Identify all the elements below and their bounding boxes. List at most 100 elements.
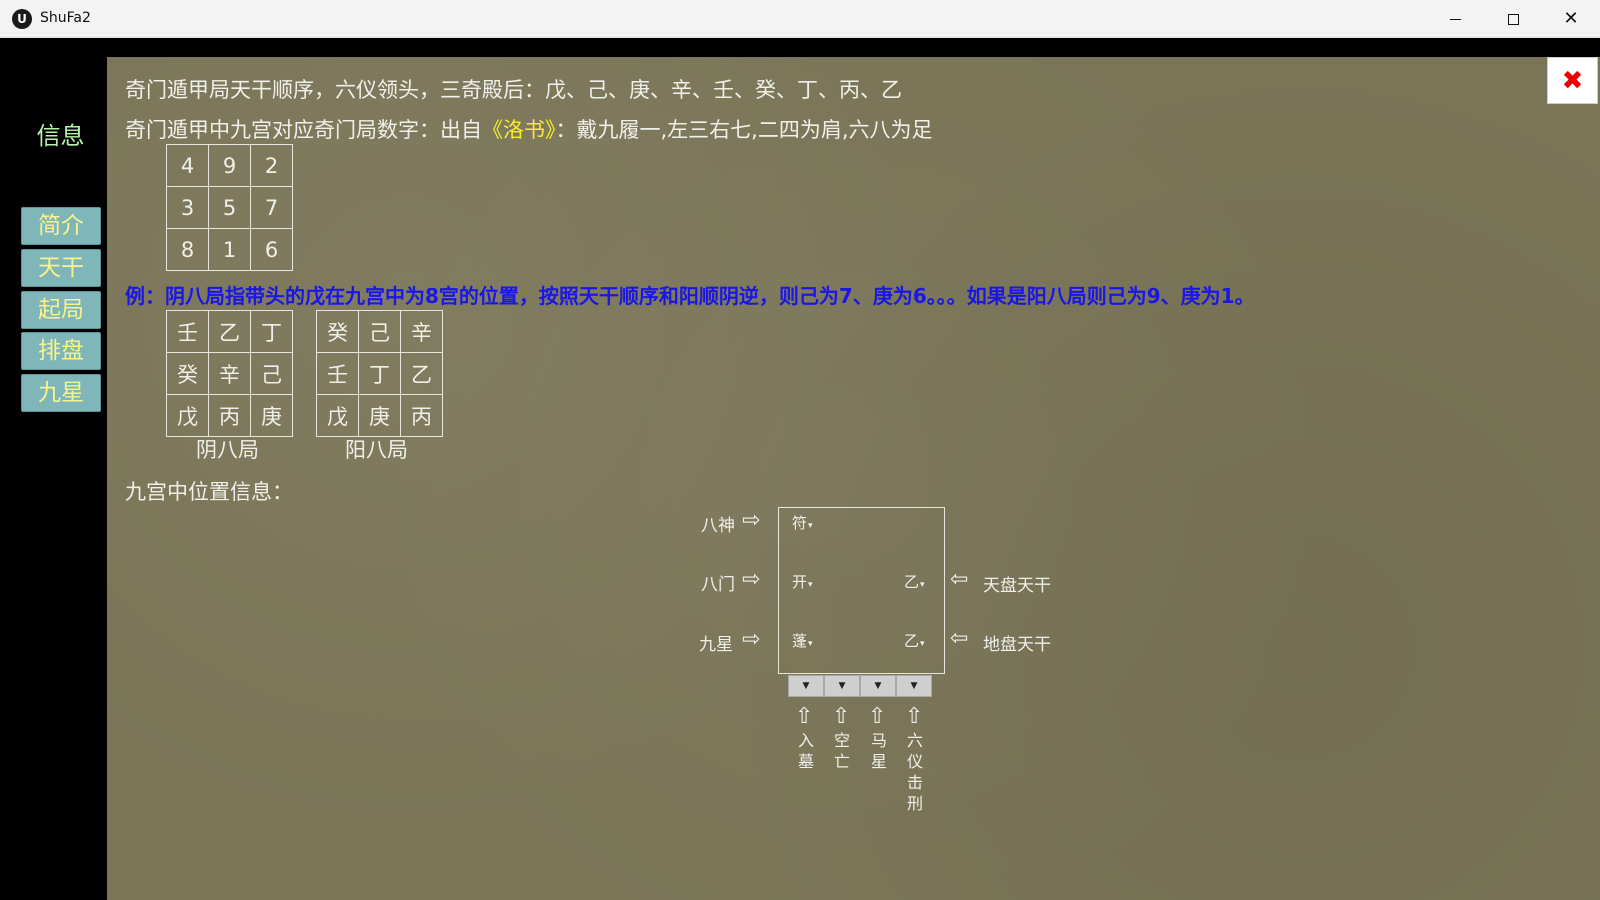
grid-cell: 6 <box>250 228 293 271</box>
grid-cell: 5 <box>208 186 251 229</box>
grid-cell: 辛 <box>208 352 251 395</box>
grid-cell: 庚 <box>358 394 401 437</box>
luoshu-grid: 492 357 816 <box>166 144 293 271</box>
grid-cell: 癸 <box>166 352 209 395</box>
grid-cell: 4 <box>166 144 209 187</box>
label-jiuxing: 九星 <box>699 635 733 655</box>
label-char: 仪 <box>906 752 923 771</box>
men-select[interactable]: 开▾ <box>792 571 813 592</box>
tianpan-select-value: 乙 <box>904 573 920 591</box>
close-window-button[interactable]: ✕ <box>1542 0 1600 38</box>
grid-cell: 7 <box>250 186 293 229</box>
example-text: 例：阴八局指带头的戊在九宫中为8宫的位置，按照天干顺序和阳顺阴逆，则己为7、庚为… <box>125 284 1255 308</box>
label-maxing: 马 星 <box>869 730 889 772</box>
grid-cell: 己 <box>250 352 293 395</box>
sidebar-item-tiangan[interactable]: 天干 <box>21 249 101 287</box>
label-char: 亡 <box>833 752 850 771</box>
close-panel-button[interactable]: ✖ <box>1547 57 1598 104</box>
grid-cell: 辛 <box>400 310 443 353</box>
sidebar-item-paipan[interactable]: 排盘 <box>21 332 101 370</box>
grid-cell: 3 <box>166 186 209 229</box>
sidebar-item-jiuxing[interactable]: 九星 <box>21 374 101 412</box>
title-bar: U ShuFa2 ✕ <box>0 0 1600 38</box>
grid-cell: 己 <box>358 310 401 353</box>
xing-select[interactable]: 蓬▾ <box>792 630 813 651</box>
men-select-value: 开 <box>792 573 808 591</box>
label-bamen: 八门 <box>701 575 735 595</box>
app-icon: U <box>12 9 32 29</box>
grid-cell: 壬 <box>316 352 359 395</box>
xing-select-value: 蓬 <box>792 632 808 650</box>
arrow-up-icon: ⇧ <box>868 704 887 729</box>
chevron-down-icon: ▾ <box>808 580 813 590</box>
yin-caption: 阴八局 <box>196 438 259 462</box>
grid-cell: 丙 <box>400 394 443 437</box>
chevron-down-icon: ▾ <box>920 580 925 590</box>
window-title: ShuFa2 <box>40 10 91 26</box>
maximize-icon <box>1507 13 1519 25</box>
rumu-dropdown[interactable]: ▼ <box>788 675 824 697</box>
yang-caption: 阳八局 <box>345 438 408 462</box>
close-icon: ✕ <box>1563 8 1579 29</box>
chevron-down-icon: ▾ <box>920 639 925 649</box>
grid-cell: 8 <box>166 228 209 271</box>
sidebar-title: 信息 <box>36 122 85 150</box>
label-char: 墓 <box>797 752 814 771</box>
minimize-button[interactable] <box>1426 0 1484 38</box>
luoshu-book-title: 《洛书》 <box>482 118 556 142</box>
label-tianpan: 天盘天干 <box>983 576 1051 596</box>
close-icon: ✖ <box>1561 65 1584 96</box>
arrow-left-icon: ⇦ <box>950 567 969 592</box>
arrow-right-icon: ⇨ <box>742 627 761 652</box>
label-liuyi-jixing: 六 仪 击 刑 <box>905 730 925 814</box>
sidebar-item-intro[interactable]: 简介 <box>21 207 101 245</box>
minimize-icon <box>1449 18 1461 20</box>
bottom-dropdown-row: ▼ ▼ ▼ ▼ <box>788 675 935 697</box>
luoshu-text-b: ：戴九履一,左三右七,二四为肩,六八为足 <box>555 118 933 142</box>
maxing-dropdown[interactable]: ▼ <box>860 675 896 697</box>
luoshu-text-a: 奇门遁甲中九宫对应奇门局数字：出自 <box>125 118 482 142</box>
grid-cell: 乙 <box>208 310 251 353</box>
arrow-left-icon: ⇦ <box>950 626 969 651</box>
grid-cell: 丙 <box>208 394 251 437</box>
sidebar <box>0 38 107 900</box>
grid-cell: 9 <box>208 144 251 187</box>
grid-cell: 癸 <box>316 310 359 353</box>
chevron-down-icon: ▾ <box>808 639 813 649</box>
tianpan-select[interactable]: 乙▾ <box>904 571 925 592</box>
sidebar-item-qiju[interactable]: 起局 <box>21 291 101 329</box>
label-char: 星 <box>870 752 887 771</box>
grid-cell: 丁 <box>358 352 401 395</box>
chevron-down-icon: ▾ <box>808 521 813 531</box>
label-kongwang: 空 亡 <box>832 730 852 772</box>
liuyi-jixing-dropdown[interactable]: ▼ <box>896 675 932 697</box>
grid-cell: 戊 <box>166 394 209 437</box>
content-panel <box>107 57 1600 900</box>
grid-cell: 庚 <box>250 394 293 437</box>
shen-select[interactable]: 符▾ <box>792 512 813 533</box>
arrow-up-icon: ⇧ <box>905 704 924 729</box>
maximize-button[interactable] <box>1484 0 1542 38</box>
label-char: 入 <box>797 731 814 750</box>
kongwang-dropdown[interactable]: ▼ <box>824 675 860 697</box>
label-char: 空 <box>833 731 850 750</box>
dipan-select-value: 乙 <box>904 632 920 650</box>
yang-grid: 癸己辛 壬丁乙 戊庚丙 <box>316 310 443 437</box>
yin-grid: 壬乙丁 癸辛己 戊丙庚 <box>166 310 293 437</box>
grid-cell: 戊 <box>316 394 359 437</box>
dipan-select[interactable]: 乙▾ <box>904 630 925 651</box>
label-char: 六 <box>906 731 923 750</box>
label-char: 击 <box>906 773 923 792</box>
stem-order-text: 奇门遁甲局天干顺序，六仪领头，三奇殿后：戊、己、庚、辛、壬、癸、丁、丙、乙 <box>125 78 902 102</box>
arrow-up-icon: ⇧ <box>795 704 814 729</box>
arrow-right-icon: ⇨ <box>742 508 761 533</box>
label-rumu: 入 墓 <box>796 730 816 772</box>
grid-cell: 2 <box>250 144 293 187</box>
label-char: 马 <box>870 731 887 750</box>
label-char: 刑 <box>906 794 923 813</box>
arrow-right-icon: ⇨ <box>742 567 761 592</box>
grid-cell: 1 <box>208 228 251 271</box>
grid-cell: 壬 <box>166 310 209 353</box>
luoshu-text: 奇门遁甲中九宫对应奇门局数字：出自《洛书》：戴九履一,左三右七,二四为肩,六八为… <box>125 114 933 144</box>
grid-cell: 丁 <box>250 310 293 353</box>
